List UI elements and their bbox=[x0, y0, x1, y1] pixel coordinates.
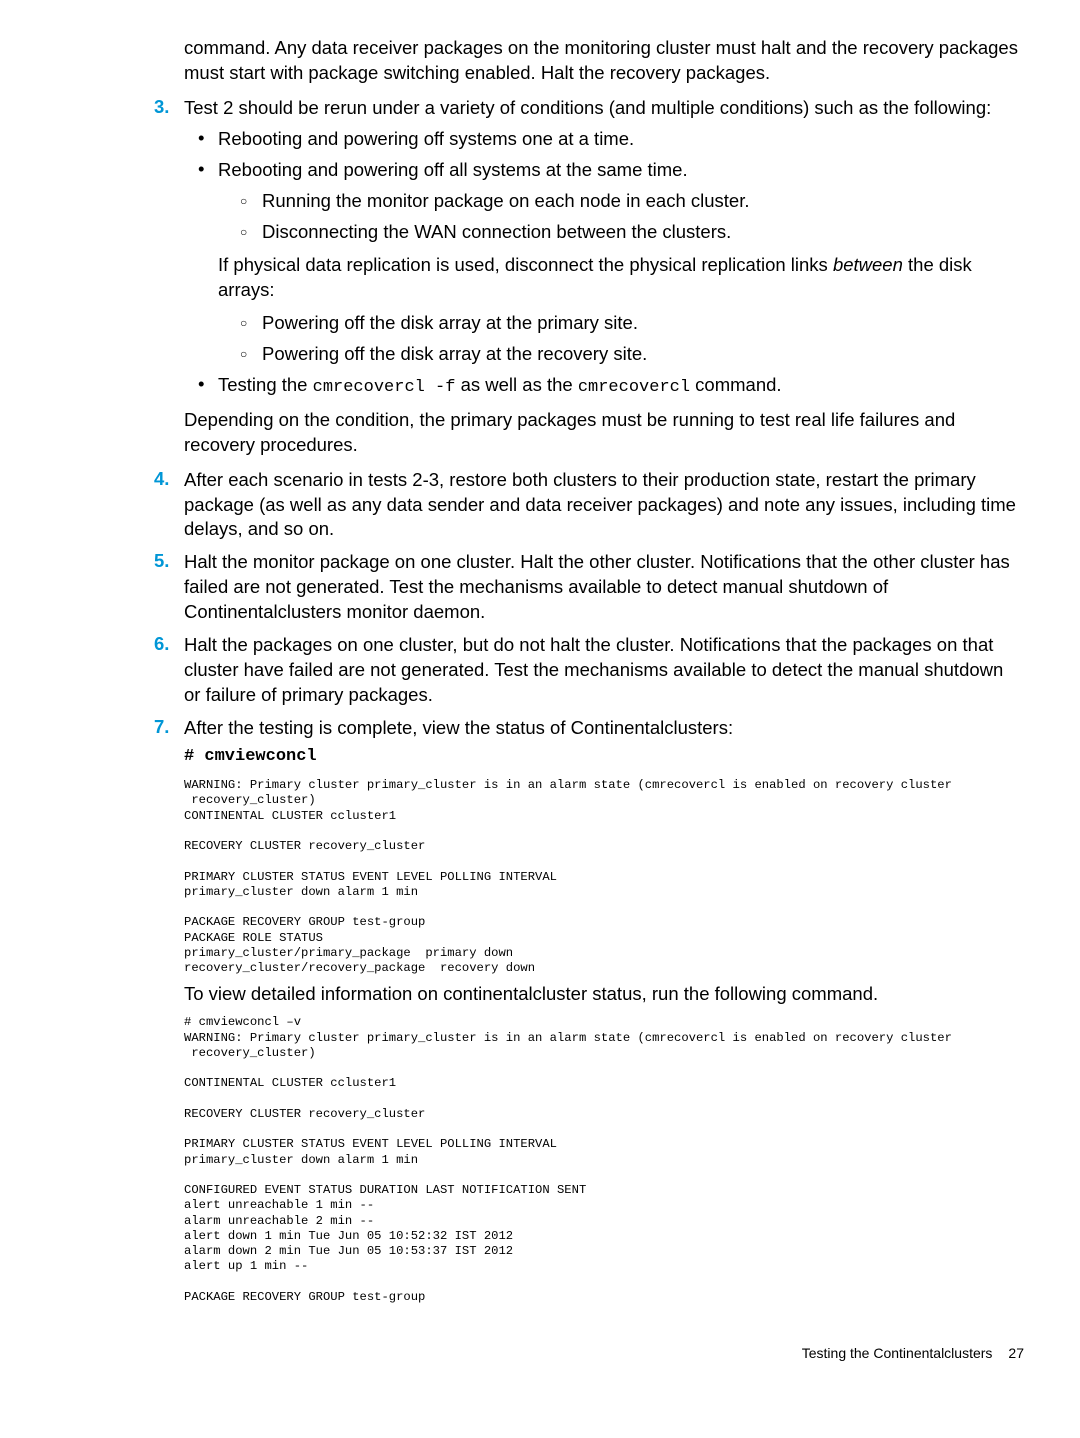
step-text: After the testing is complete, view the … bbox=[184, 716, 1024, 741]
sub-bullet-power-primary: ○ Powering off the disk array at the pri… bbox=[218, 311, 1024, 336]
step-5: 5. Halt the monitor package on one clust… bbox=[56, 550, 1024, 625]
bullet-cmrecovercl: • Testing the cmrecovercl -f as well as … bbox=[184, 373, 1024, 400]
step-number: 3. bbox=[154, 96, 184, 121]
output-block-2: # cmviewconcl –v WARNING: Primary cluste… bbox=[184, 1015, 1024, 1305]
code-inline: cmrecovercl bbox=[578, 378, 690, 397]
sub-bullet-power-recovery: ○ Powering off the disk array at the rec… bbox=[218, 342, 1024, 367]
step-text: Halt the packages on one cluster, but do… bbox=[184, 633, 1024, 708]
bullet-icon: • bbox=[184, 158, 218, 183]
step-4: 4. After each scenario in tests 2-3, res… bbox=[56, 468, 1024, 543]
continuation-paragraph: command. Any data receiver packages on t… bbox=[184, 36, 1024, 86]
step-text: Test 2 should be rerun under a variety o… bbox=[184, 96, 1024, 121]
step-6: 6. Halt the packages on one cluster, but… bbox=[56, 633, 1024, 708]
output-block-1: WARNING: Primary cluster primary_cluster… bbox=[184, 778, 1024, 976]
sub-bullet-monitor-pkg: ○ Running the monitor package on each no… bbox=[218, 189, 1024, 214]
bullet-reboot-all: • Rebooting and powering off all systems… bbox=[184, 158, 1024, 183]
step-3: 3. Test 2 should be rerun under a variet… bbox=[56, 96, 1024, 121]
step-text: Halt the monitor package on one cluster.… bbox=[184, 550, 1024, 625]
page-number: 27 bbox=[1008, 1345, 1024, 1361]
bullet-icon: • bbox=[184, 373, 218, 400]
step-3-closing: Depending on the condition, the primary … bbox=[184, 408, 1024, 458]
bullet-icon: • bbox=[184, 127, 218, 152]
sub-bullet-disconnect-wan: ○ Disconnecting the WAN connection betwe… bbox=[218, 220, 1024, 245]
circle-bullet-icon: ○ bbox=[218, 342, 262, 367]
circle-bullet-icon: ○ bbox=[218, 220, 262, 245]
step-7: 7. After the testing is complete, view t… bbox=[56, 716, 1024, 741]
footer-title: Testing the Continentalclusters bbox=[802, 1345, 993, 1361]
step-number: 7. bbox=[154, 716, 184, 741]
command-cmviewconcl: # cmviewconcl bbox=[184, 747, 1024, 766]
code-inline: cmrecovercl -f bbox=[313, 378, 456, 397]
step-text: After each scenario in tests 2-3, restor… bbox=[184, 468, 1024, 543]
page-footer: Testing the Continentalclusters 27 bbox=[56, 1345, 1024, 1361]
disk-array-paragraph: If physical data replication is used, di… bbox=[218, 253, 1024, 303]
step-number: 6. bbox=[154, 633, 184, 708]
inter-code-paragraph: To view detailed information on continen… bbox=[184, 982, 1024, 1007]
bullet-reboot-one: • Rebooting and powering off systems one… bbox=[184, 127, 1024, 152]
circle-bullet-icon: ○ bbox=[218, 189, 262, 214]
circle-bullet-icon: ○ bbox=[218, 311, 262, 336]
step-number: 5. bbox=[154, 550, 184, 625]
step-number: 4. bbox=[154, 468, 184, 543]
